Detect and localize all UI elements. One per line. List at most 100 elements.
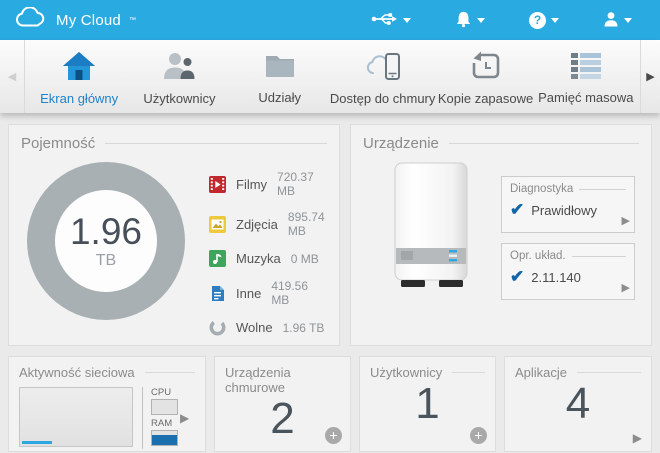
user-icon [603,11,619,30]
network-details-arrow[interactable] [180,411,189,425]
system-meters: CPU RAM [151,387,178,446]
network-activity-chart [19,387,133,447]
legend-item-music: Muzyka 0 MB [209,250,327,267]
title-rule [577,372,641,373]
check-icon [510,200,524,220]
ram-usage-fill [152,435,177,445]
title-rule [571,255,626,257]
nav-tab-storage[interactable]: Pamięć masowa [536,40,636,113]
diagnostics-details-arrow[interactable] [622,214,630,227]
cloud-logo-icon [14,5,48,34]
my-cloud-dashboard: My Cloud ™ ? ◀ Ekran główny Użytkownicy … [0,0,660,453]
nav-scroll-left-button[interactable] [0,40,25,113]
add-cloud-device-button[interactable] [325,427,342,444]
chevron-down-icon [551,17,559,23]
music-icon [209,250,226,267]
title-rule [144,372,195,373]
panel-title: Urządzenia chmurowe [225,365,291,395]
cpu-meter [151,399,178,415]
diagnostics-box: Diagnostyka Prawidłowy [501,176,635,233]
legend-value: 895.74 MB [287,210,325,238]
cloud-devices-panel: Urządzenia chmurowe 2 [214,356,351,452]
firmware-box: Opr. układ. 2.11.140 [501,243,635,300]
firmware-version: 2.11.140 [531,269,581,285]
legend-value: 720.37 MB [277,170,314,198]
nas-device-image [381,160,481,300]
legend-label: Zdjęcia [236,216,278,232]
legend-value: 0 MB [290,251,319,266]
panel-title: Aktywność sieciowa [19,365,135,380]
usb-icon [371,11,398,30]
panel-title: Użytkownicy [370,365,443,380]
free-space-icon [209,319,226,336]
check-icon [510,267,524,287]
capacity-donut-chart: 1.96 TB [27,162,185,320]
legend-item-free: Wolne 1.96 TB [209,319,327,336]
users-panel: Użytkownicy 1 [359,356,496,452]
nav-tab-cloud-access[interactable]: Dostęp do chmury [330,40,435,113]
users-count: 1 [415,379,440,428]
network-activity-panel: Aktywność sieciowa CPU RAM [8,356,206,452]
usb-menu-button[interactable] [369,8,413,33]
help-icon [529,11,546,29]
user-menu-button[interactable] [601,8,634,33]
firmware-title: Opr. układ. [510,250,566,262]
topbar: My Cloud ™ [0,0,660,40]
diagnostics-status: Prawidłowy [531,202,597,218]
divider [142,387,143,449]
apps-head: Aplikacje [515,365,641,380]
cpu-label: CPU [151,387,172,398]
firmware-head: Opr. układ. [510,250,626,262]
diagnostics-title: Diagnostyka [510,183,574,195]
capacity-panel-head: Pojemność [21,135,327,152]
title-rule [448,143,639,144]
alerts-menu-button[interactable] [453,8,487,33]
chevron-down-icon [624,17,632,23]
brand: My Cloud ™ [14,5,136,34]
firmware-details-arrow[interactable] [622,281,630,294]
photos-icon [209,215,226,233]
other-files-icon [209,285,226,302]
network-body: CPU RAM [19,387,195,449]
legend-label: Inne [236,285,262,301]
title-rule [579,188,626,190]
network-panel-head: Aktywność sieciowa [19,365,195,380]
nav-tabs: Ekran główny Użytkownicy Udziały Dostęp … [25,40,640,113]
nav-tab-users[interactable]: Użytkownicy [129,40,229,113]
apps-details-arrow[interactable] [633,431,642,445]
dashboard-content: Pojemność 1.96 TB Filmy 720.37 MB Zdjęci… [0,113,660,453]
videos-icon [209,175,226,193]
panel-title: Urządzenie [363,135,439,152]
capacity-total-value: 1.96 [69,210,142,252]
capacity-total-unit: TB [95,251,117,269]
nav-tab-label: Ekran główny [40,91,119,106]
legend-item-other: Inne 419.56 MB [209,279,327,307]
title-rule [105,143,327,144]
cloud-access-icon [364,51,402,84]
nav-ribbon: Ekran główny Użytkownicy [0,40,660,113]
nav-tab-shares[interactable]: Udziały [230,40,330,113]
chevron-down-icon [477,17,485,23]
ram-meter [151,430,178,446]
legend-value: 1.96 TB [282,320,325,335]
capacity-body: 1.96 TB Filmy 720.37 MB Zdjęcia 895.74 M… [21,162,327,336]
nav-tab-backups[interactable]: Kopie zapasowe [435,40,535,113]
alerts-bell-icon [455,10,472,31]
nav-tab-label: Użytkownicy [143,91,216,106]
bottom-row: Aktywność sieciowa CPU RAM ▶ Urządzenia … [8,356,652,452]
nav-scroll-right-button[interactable] [640,40,660,113]
legend-label: Filmy [236,176,268,192]
brand-name: My Cloud [56,11,121,29]
legend-label: Muzyka [236,251,281,266]
firmware-version-row: 2.11.140 [510,267,626,287]
apps-count: 4 [565,379,591,428]
apps-panel: Aplikacje 4 [504,356,652,452]
title-rule [452,372,485,373]
topbar-actions [369,8,634,33]
nav-tab-home[interactable]: Ekran główny [29,40,129,113]
panel-title: Pojemność [21,135,96,152]
capacity-legend: Filmy 720.37 MB Zdjęcia 895.74 MB Muzyka… [209,170,327,336]
add-user-button[interactable] [470,427,487,444]
network-activity-trace [22,441,52,444]
help-menu-button[interactable] [527,8,561,33]
